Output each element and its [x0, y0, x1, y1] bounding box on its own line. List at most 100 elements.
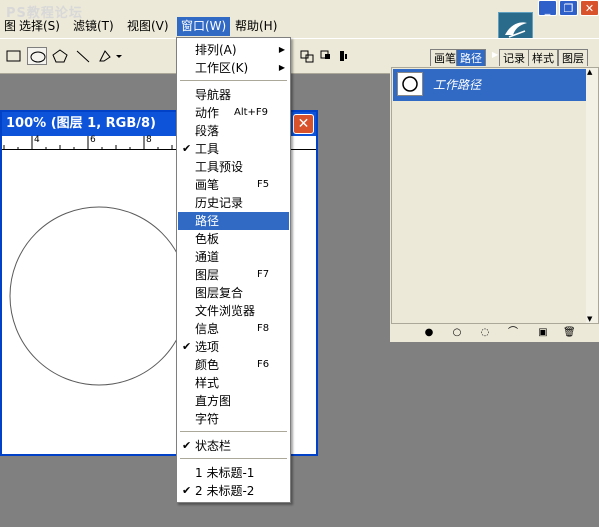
menu-item-brushes[interactable]: 画笔 F5	[178, 176, 289, 194]
path-name: 工作路径	[433, 78, 482, 92]
menu-item-actions[interactable]: 动作 Alt+F9	[178, 104, 289, 122]
scroll-down-icon[interactable]: ▼	[587, 315, 592, 323]
menu-item-label: 图层	[195, 268, 220, 282]
window-menu-dropdown: 排列(A) ▶ 工作区(K) ▶ 导航器 动作 Alt+F9 段落 ✔ 工具 工…	[176, 37, 291, 503]
menu-item-label: 导航器	[195, 88, 232, 102]
rectangle-tool-icon[interactable]	[4, 47, 24, 65]
menu-item-tool-presets[interactable]: 工具预设	[178, 158, 289, 176]
menu-item-label: 直方图	[195, 394, 232, 408]
path-intersect-icon[interactable]	[318, 47, 338, 65]
paths-list: 工作路径 ▲ ▼	[391, 67, 599, 324]
menu-item-file-browser[interactable]: 文件浏览器	[178, 302, 289, 320]
menu-separator	[180, 431, 287, 433]
menu-item-swatches[interactable]: 色板	[178, 230, 289, 248]
path-thumbnail	[397, 72, 423, 96]
check-icon: ✔	[182, 142, 192, 155]
palette-scrollbar[interactable]: ▲ ▼	[586, 68, 598, 323]
menu-item-label: 排列(A)	[195, 43, 237, 57]
menu-item-paths[interactable]: 路径	[178, 212, 289, 230]
menu-item-label: 选项	[195, 340, 220, 354]
menu-item-label: 画笔	[195, 178, 220, 192]
menu-item-label: 图层复合	[195, 286, 244, 300]
menu-item-styles[interactable]: 样式	[178, 374, 289, 392]
menu-item-label: 动作	[195, 106, 220, 120]
menu-filter[interactable]: 滤镜(T)	[69, 17, 118, 36]
menu-item-history[interactable]: 历史记录	[178, 194, 289, 212]
menu-item-label: 状态栏	[195, 439, 232, 453]
menu-item-label: 信息	[195, 322, 220, 336]
menu-item-histogram[interactable]: 直方图	[178, 392, 289, 410]
menu-item-layer-comps[interactable]: 图层复合	[178, 284, 289, 302]
menu-separator	[180, 458, 287, 460]
scroll-up-icon[interactable]: ▲	[587, 68, 592, 76]
fill-path-icon[interactable]: ●	[423, 327, 435, 339]
menu-select[interactable]: 选择(S)	[15, 17, 64, 36]
tab-history[interactable]: 记录	[499, 49, 529, 66]
new-path-icon[interactable]: ▣	[537, 327, 549, 339]
menu-item-doc-1[interactable]: 1 未标题-1	[178, 464, 289, 482]
menu-item-label: 样式	[195, 376, 220, 390]
menu-item-shortcut: F8	[257, 323, 270, 334]
menu-item-navigator[interactable]: 导航器	[178, 86, 289, 104]
menu-item-label: 路径	[195, 214, 220, 228]
minimize-icon[interactable]: _	[538, 0, 557, 16]
menu-item-doc-2[interactable]: ✔ 2 未标题-2	[178, 482, 289, 500]
menu-item-character[interactable]: 字符	[178, 410, 289, 428]
path-row[interactable]: 工作路径	[393, 69, 587, 101]
submenu-arrow-icon: ▶	[278, 63, 285, 72]
menu-item-arrange[interactable]: 排列(A) ▶	[178, 41, 289, 59]
check-icon: ✔	[182, 340, 192, 353]
load-selection-icon[interactable]: ◌	[479, 327, 491, 339]
menu-item-label: 2 未标题-2	[195, 484, 255, 498]
menu-item-shortcut: Alt+F9	[234, 107, 269, 118]
ellipse-tool-icon[interactable]	[27, 47, 47, 65]
menu-item-layers[interactable]: 图层 F7	[178, 266, 289, 284]
menu-item-options[interactable]: ✔ 选项	[178, 338, 289, 356]
path-exclude-icon[interactable]	[336, 47, 356, 65]
menu-item-label: 工具预设	[195, 160, 244, 174]
tab-layers[interactable]: 图层	[558, 49, 588, 66]
delete-path-icon[interactable]: 🗑	[563, 327, 576, 339]
paths-palette: 画笔 路径 记录 样式 图层 ▶ 工作路径 ▲ ▼ ● ○ ◌ ⌒ ▣ 🗑	[390, 44, 599, 342]
menu-item-shortcut: F7	[257, 269, 270, 280]
tab-paths[interactable]: 路径	[456, 49, 486, 66]
menu-view[interactable]: 视图(V)	[123, 17, 173, 36]
menu-item-shortcut: F6	[257, 359, 270, 370]
menu-item-info[interactable]: 信息 F8	[178, 320, 289, 338]
menu-item-label: 颜色	[195, 358, 220, 372]
menu-separator	[180, 80, 287, 82]
menu-item-label: 工具	[195, 142, 220, 156]
menu-item-label: 通道	[195, 250, 220, 264]
check-icon: ✔	[182, 439, 192, 452]
polygon-tool-icon[interactable]	[50, 47, 70, 65]
line-tool-icon[interactable]	[73, 47, 93, 65]
ruler-tick-label: 4	[34, 135, 40, 145]
menu-item-workspace[interactable]: 工作区(K) ▶	[178, 59, 289, 77]
palette-footer: ● ○ ◌ ⌒ ▣ 🗑	[391, 325, 597, 341]
path-op-icon[interactable]	[298, 47, 318, 65]
menu-item-color[interactable]: 颜色 F6	[178, 356, 289, 374]
palette-menu-arrow-icon[interactable]: ▶	[492, 50, 498, 59]
menu-item-channels[interactable]: 通道	[178, 248, 289, 266]
menu-item-label: 工作区(K)	[195, 61, 249, 75]
ruler-tick-label: 8	[146, 135, 152, 145]
close-icon[interactable]: ✕	[580, 0, 599, 16]
menu-item-label: 1 未标题-1	[195, 466, 255, 480]
make-work-path-icon[interactable]: ⌒	[507, 327, 519, 339]
menu-item-label: 字符	[195, 412, 220, 426]
menu-item-label: 色板	[195, 232, 220, 246]
menu-window[interactable]: 窗口(W)	[177, 17, 231, 36]
menu-item-label: 历史记录	[195, 196, 244, 210]
menu-item-paragraph[interactable]: 段落	[178, 122, 289, 140]
menu-help[interactable]: 帮助(H)	[231, 17, 281, 36]
restore-icon[interactable]: ❐	[559, 0, 578, 16]
check-icon: ✔	[182, 484, 192, 497]
menu-item-tools[interactable]: ✔ 工具	[178, 140, 289, 158]
menu-item-status-bar[interactable]: ✔ 状态栏	[178, 437, 289, 455]
tab-styles[interactable]: 样式	[528, 49, 558, 66]
menu-item-label: 文件浏览器	[195, 304, 256, 318]
stroke-path-icon[interactable]: ○	[451, 327, 463, 339]
document-close-icon[interactable]: ✕	[293, 114, 314, 134]
custom-shape-dropdown-icon[interactable]	[96, 47, 126, 65]
ellipse-path	[9, 206, 189, 386]
